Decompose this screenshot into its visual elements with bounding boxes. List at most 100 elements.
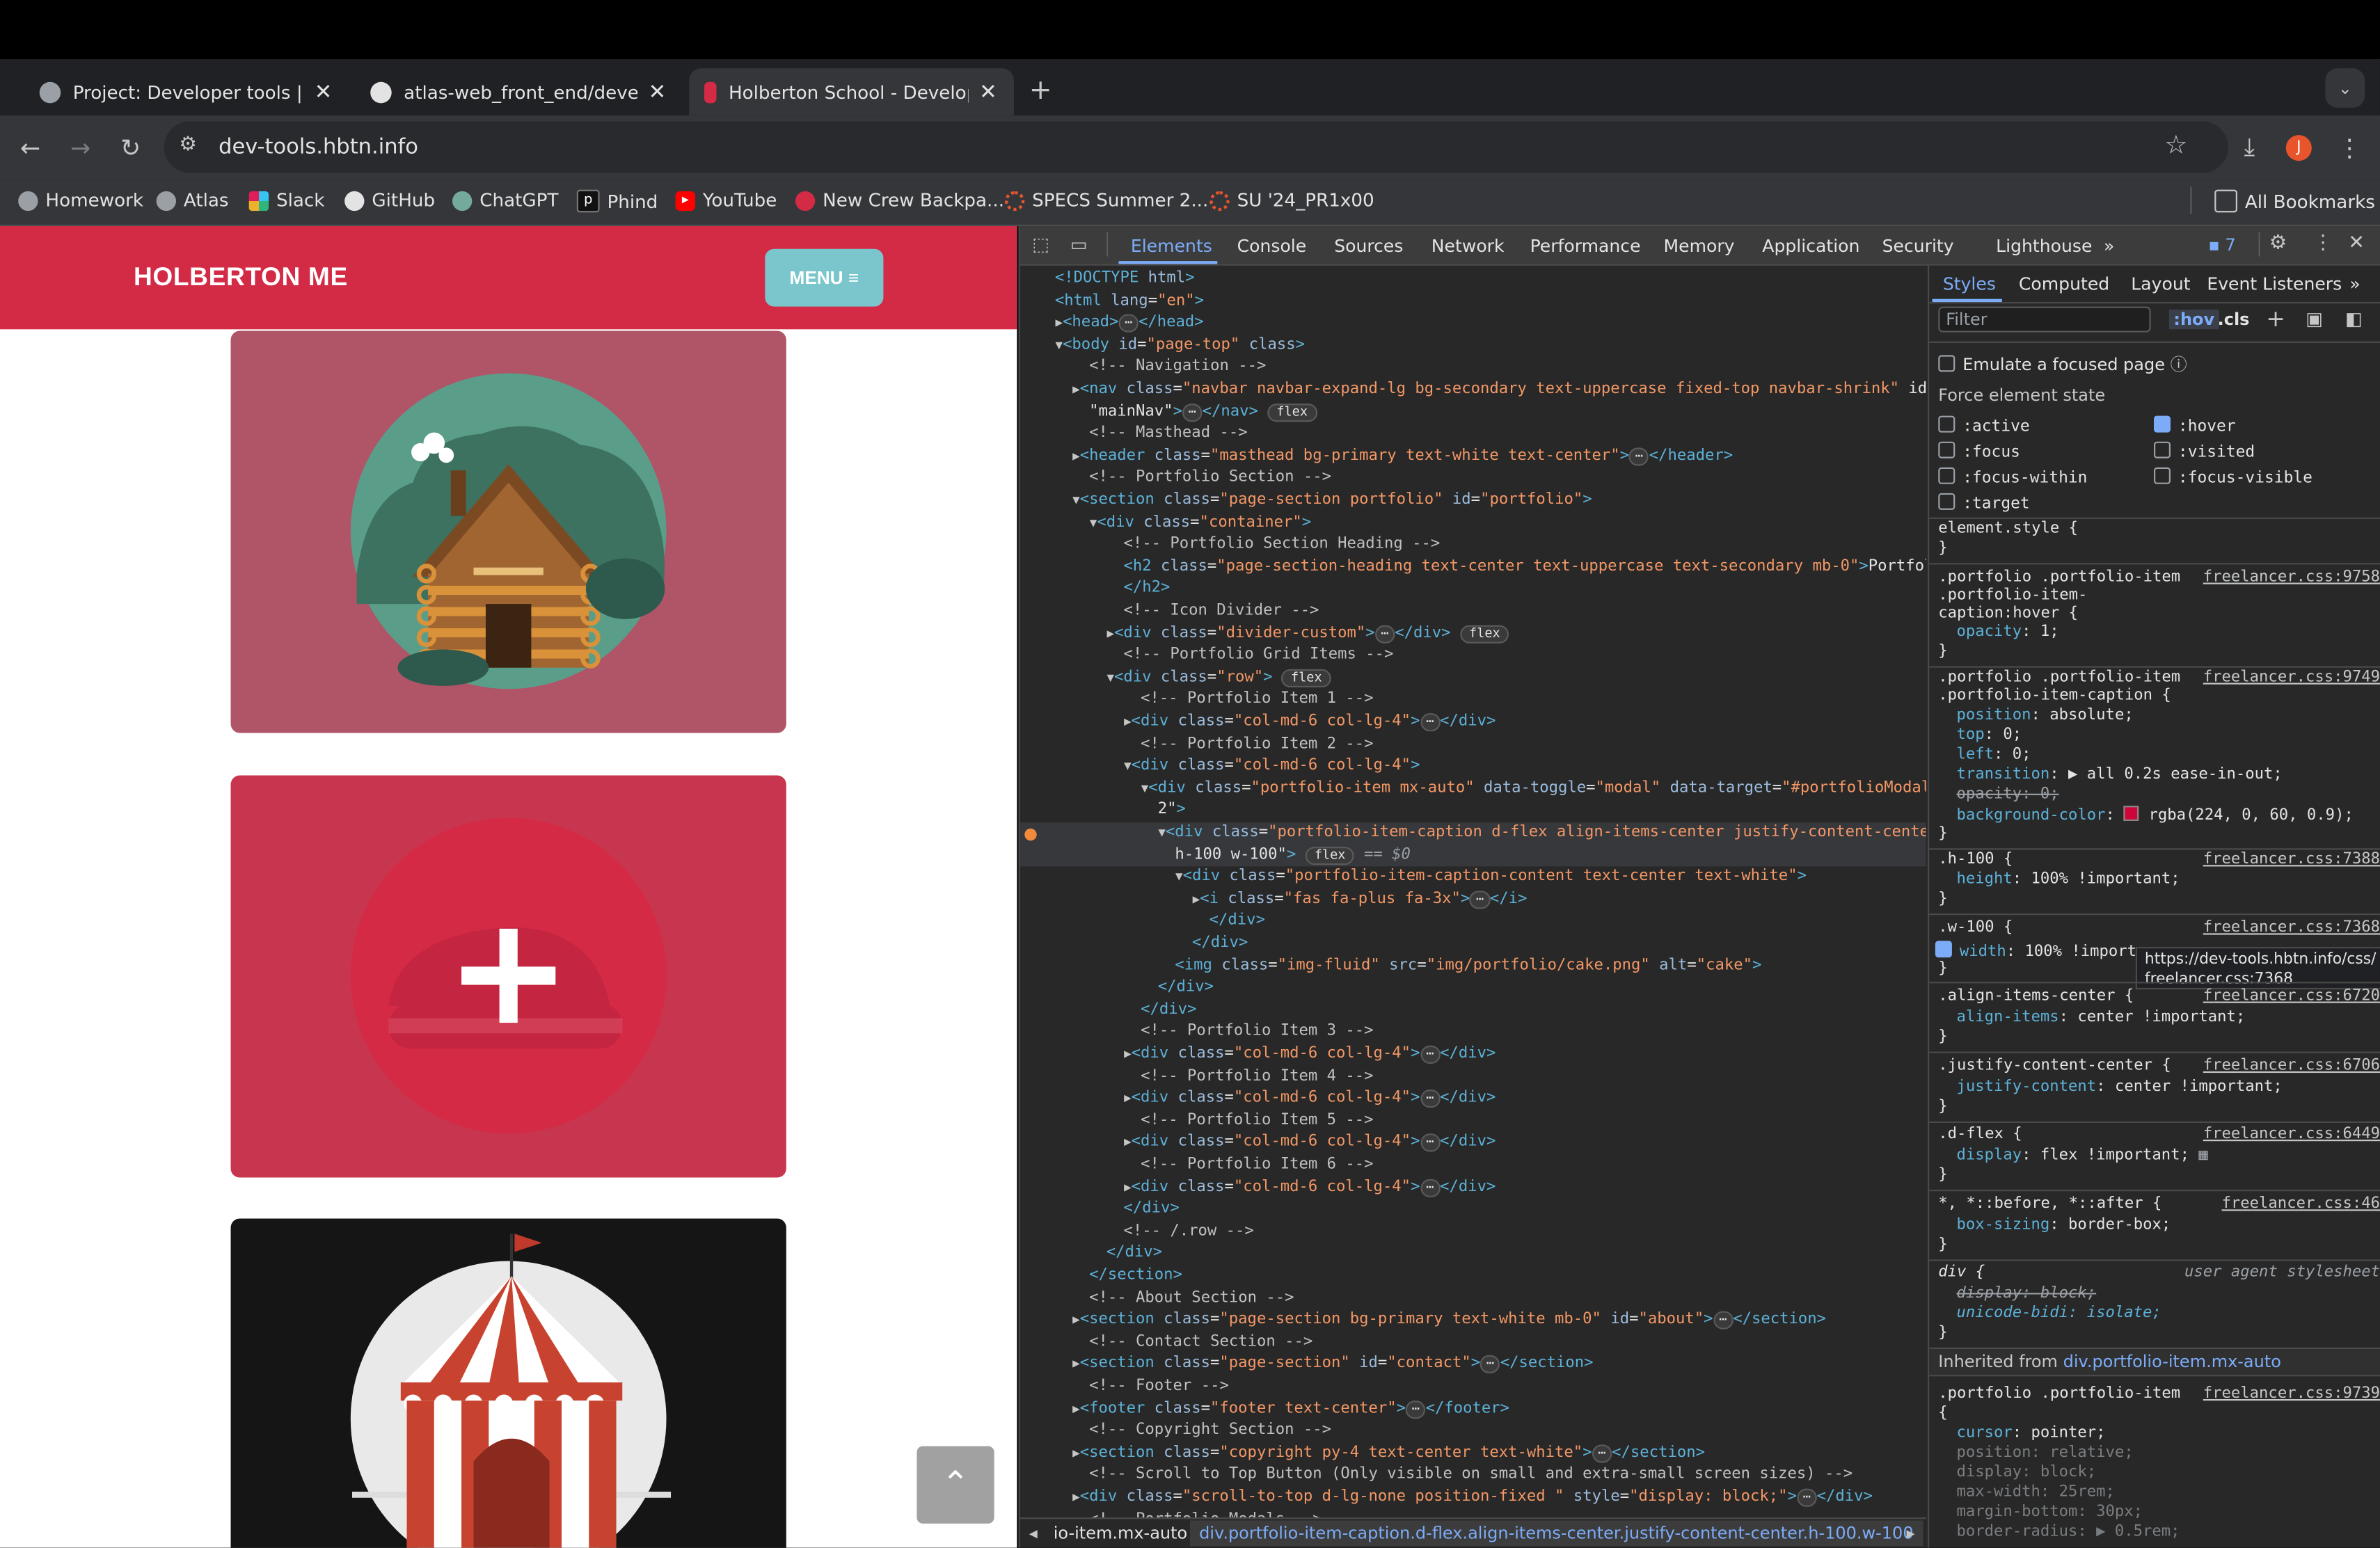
dom-node[interactable]: ▶<nav class="navbar navbar-expand-lg bg-… — [1020, 379, 1926, 401]
settings-gear-icon[interactable]: ⚙ — [2269, 232, 2287, 255]
rule-source-link[interactable]: freelancer.css:9749 — [2203, 669, 2380, 686]
color-swatch[interactable] — [2124, 806, 2140, 821]
close-tab-icon[interactable]: ✕ — [646, 80, 668, 104]
bookmark-su24[interactable]: SU '24_PR1x00 — [1209, 190, 1374, 211]
new-tab-button[interactable]: + — [1029, 74, 1052, 106]
tab-project-developer-tools[interactable]: Project: Developer tools | Atlas ✕ — [24, 68, 349, 115]
tab-network[interactable]: Network — [1431, 235, 1505, 257]
dom-node[interactable]: ▶<div class="col-md-6 col-lg-4"> ⋯ </div> — [1020, 1133, 1926, 1155]
dom-node[interactable]: ▶<header class="masthead bg-primary text… — [1020, 446, 1926, 468]
color-palette-icon[interactable]: ▣ — [2306, 308, 2323, 330]
tab-search-chevron-icon[interactable]: ⌄ — [2325, 68, 2365, 108]
rule-selector[interactable]: .h-100 { — [1938, 852, 2013, 871]
dom-node[interactable]: ▼<section class="page-section portfolio"… — [1020, 490, 1926, 513]
cls-toggle-button[interactable]: .cls — [2218, 310, 2250, 329]
hov-toggle-button[interactable]: :hov — [2168, 309, 2219, 330]
dom-node[interactable]: </div> — [1020, 933, 1926, 955]
dom-node[interactable]: <!-- Portfolio Item 6 --> — [1020, 1155, 1926, 1177]
css-declaration-overridden[interactable]: opacity: 0; — [1956, 786, 2058, 806]
rule-selector[interactable]: .w-100 { — [1938, 920, 2013, 939]
dom-node[interactable]: </h2> — [1020, 579, 1926, 601]
tab-security[interactable]: Security — [1882, 235, 1954, 257]
state-target-checkbox[interactable]: :target — [1938, 493, 2030, 513]
rule-source-link[interactable]: freelancer.css:9758 — [2203, 569, 2380, 586]
tab-computed[interactable]: Computed — [2019, 273, 2109, 295]
flex-badge[interactable]: flex — [1305, 846, 1355, 865]
css-declaration-not-inherited[interactable]: max-width: 25rem; — [1956, 1484, 2114, 1503]
dom-node[interactable]: </div> — [1020, 1243, 1926, 1266]
dom-node[interactable]: <!-- About Section --> — [1020, 1288, 1926, 1310]
dom-node[interactable]: ▼<div class="portfolio-item mx-auto" dat… — [1020, 778, 1926, 800]
close-tab-icon[interactable]: ✕ — [312, 80, 334, 104]
rule-selector[interactable]: .portfolio .portfolio-item — [1938, 1385, 2180, 1405]
css-declaration[interactable]: cursor: pointer; — [1956, 1425, 2105, 1444]
tab-elements[interactable]: Elements — [1131, 235, 1212, 257]
scroll-to-top-button[interactable]: ⌃ — [917, 1446, 994, 1524]
tab-performance[interactable]: Performance — [1530, 235, 1641, 257]
checkbox[interactable] — [1938, 415, 1955, 433]
flex-badge[interactable]: flex — [1267, 403, 1317, 422]
dom-node[interactable]: ▶<div class="scroll-to-top d-lg-none pos… — [1020, 1487, 1926, 1509]
close-devtools-icon[interactable]: ✕ — [2348, 232, 2365, 255]
css-declaration-not-inherited[interactable]: display: block; — [1956, 1465, 2096, 1484]
bookmark-chatgpt[interactable]: ChatGPT — [452, 190, 558, 211]
rule-source-link[interactable]: freelancer.css:6720 — [2203, 988, 2380, 1005]
bookmark-star-icon[interactable]: ☆ — [2164, 131, 2187, 161]
dom-node[interactable]: ▼<body id="page-top" class> — [1020, 335, 1926, 358]
dom-node[interactable]: ▶<div class="divider-custom"> ⋯ </div> fle… — [1020, 623, 1926, 646]
bookmark-new-crew[interactable]: New Crew Backpa... — [795, 190, 1004, 211]
tab-application[interactable]: Application — [1762, 235, 1859, 257]
checkbox-checked[interactable] — [2154, 415, 2171, 433]
dom-node[interactable]: <!-- Portfolio Item 2 --> — [1020, 734, 1926, 756]
bookmark-specs[interactable]: SPECS Summer 2... — [1004, 190, 1208, 211]
rule-source-link[interactable]: freelancer.css:7368 — [2203, 920, 2380, 936]
tab-event-listeners[interactable]: Event Listeners — [2207, 273, 2342, 295]
rule-source-link[interactable]: freelancer.css:7388 — [2203, 852, 2380, 868]
inspect-element-icon[interactable]: ⬚ — [1032, 234, 1049, 255]
dom-node[interactable]: ▶<section class="copyright py-4 text-cen… — [1020, 1443, 1926, 1465]
bookmark-phind[interactable]: p Phind — [576, 189, 658, 213]
css-declaration[interactable]: display: flex !important; ▦ — [1956, 1147, 2207, 1167]
dom-node[interactable]: ▼<div class="portfolio-item-caption-cont… — [1020, 867, 1926, 889]
toggle-sidebar-icon[interactable]: ◧ — [2345, 308, 2363, 330]
dom-node[interactable]: ▶<section class="page-section" id="conta… — [1020, 1354, 1926, 1376]
rule-selector[interactable]: caption:hover { — [1938, 605, 2078, 625]
kebab-menu-icon[interactable]: ⋮ — [2331, 129, 2367, 165]
checkbox[interactable] — [1938, 441, 1955, 458]
css-declaration[interactable]: top: 0; — [1956, 727, 2022, 747]
dom-node[interactable]: ▶<section class="page-section bg-primary… — [1020, 1310, 1926, 1332]
dom-node[interactable]: ▶<footer class="footer text-center"> ⋯ </f… — [1020, 1398, 1926, 1421]
brand-logo-text[interactable]: HOLBERTON ME — [134, 262, 348, 293]
tab-sources[interactable]: Sources — [1334, 235, 1403, 257]
breadcrumb-item-selected[interactable]: div.portfolio-item-caption.d-flex.align-… — [1189, 1520, 1923, 1547]
dom-node[interactable]: ▶<head> ⋯ </head> — [1020, 313, 1926, 335]
css-declaration[interactable]: box-sizing: border-box; — [1956, 1217, 2171, 1236]
css-declaration[interactable]: justify-content: center !important; — [1956, 1079, 2282, 1099]
dom-node[interactable]: <!-- /.row --> — [1020, 1221, 1926, 1243]
rule-selector[interactable]: .portfolio-item-caption { — [1938, 687, 2171, 707]
tab-holberton-active[interactable]: Holberton School - Developer ✕ — [689, 68, 1014, 115]
rule-selector[interactable]: .portfolio .portfolio-item — [1938, 569, 2180, 589]
dom-node[interactable]: <!-- Icon Divider --> — [1020, 601, 1926, 623]
site-info-icon[interactable]: ⚙ — [179, 134, 196, 157]
portfolio-item-cake-hovered[interactable] — [230, 775, 786, 1178]
breadcrumb-item[interactable]: io-item.mx-auto — [1054, 1524, 1188, 1543]
css-declaration-not-inherited[interactable]: border-radius: ▶ 0.5rem; — [1956, 1524, 2180, 1543]
chevron-left-icon[interactable]: ◂ — [1029, 1524, 1038, 1543]
dom-node[interactable]: ▼<div class="col-md-6 col-lg-4"> — [1020, 756, 1926, 779]
dom-node[interactable]: "mainNav"> ⋯ </nav> flex — [1020, 401, 1926, 424]
dom-node[interactable]: <!-- Contact Section --> — [1020, 1332, 1926, 1355]
dom-node[interactable]: <h2 class="page-section-heading text-cen… — [1020, 557, 1926, 579]
css-declaration[interactable]: align-items: center !important; — [1956, 1009, 2245, 1028]
dom-node[interactable]: <!-- Portfolio Section Heading --> — [1020, 534, 1926, 557]
dom-node-selected[interactable]: ▼<div class="portfolio-item-caption d-fl… — [1020, 822, 1926, 845]
checkbox[interactable] — [1938, 493, 1955, 510]
checkbox[interactable] — [1938, 467, 1955, 484]
all-bookmarks[interactable]: All Bookmarks — [2214, 189, 2375, 213]
element-style-selector[interactable]: element.style { — [1938, 520, 2078, 540]
url-text[interactable]: dev-tools.hbtn.info — [219, 135, 418, 159]
styles-filter-input[interactable]: Filter — [1938, 306, 2151, 333]
dom-node[interactable]: <img class="img-fluid" src="img/portfoli… — [1020, 955, 1926, 978]
dom-node[interactable]: ▶<i class="fas fa-plus fa-3x"> ⋯ </i> — [1020, 889, 1926, 911]
declaration-checkbox-checked[interactable] — [1935, 941, 1952, 958]
